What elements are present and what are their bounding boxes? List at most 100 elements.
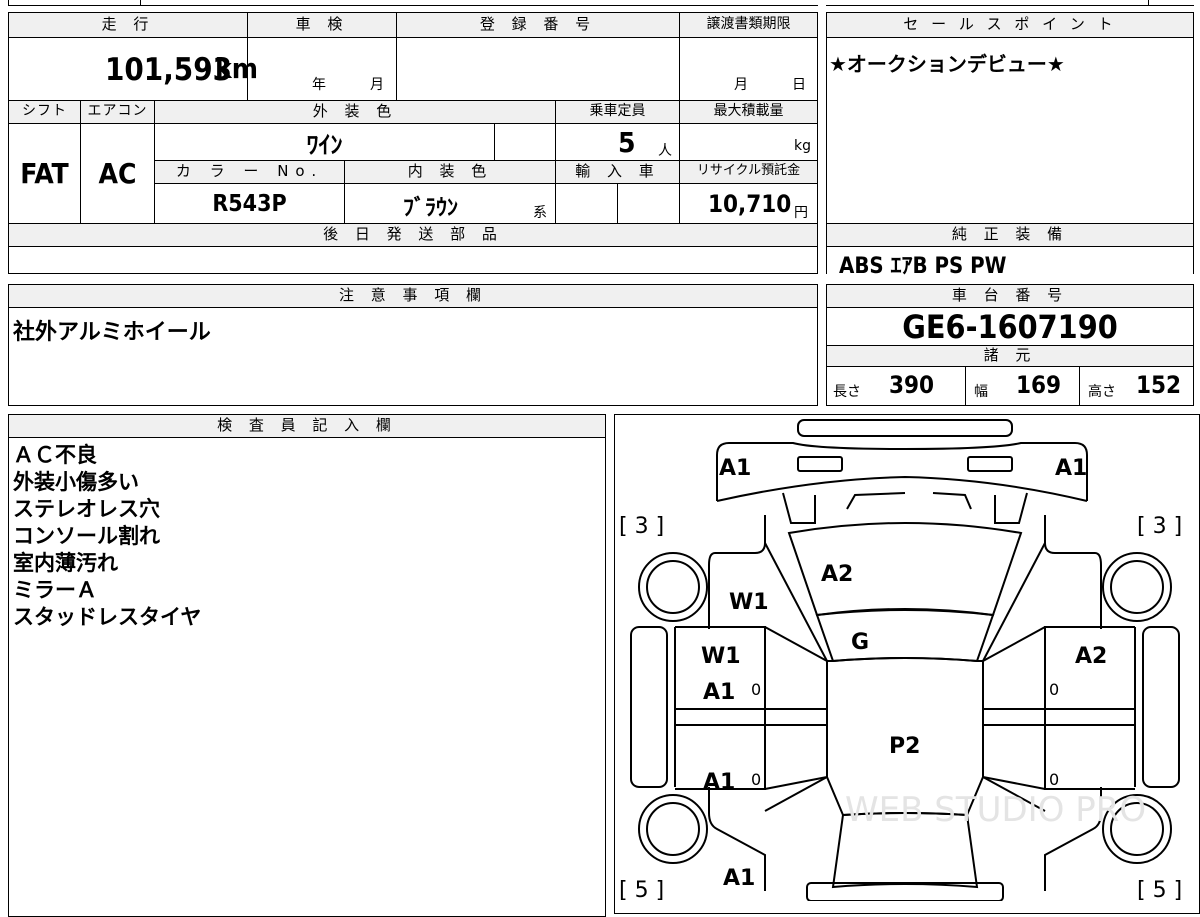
recycle-fee-unit: 円 [794,205,808,221]
import-car-header: 輸 入 車 [555,160,680,184]
aircon-value: AC [98,157,137,190]
sales-point-text: ★オークションデビュー★ [829,52,1065,76]
shift-value: FAT [20,157,69,190]
mileage-header: 走 行 [8,12,248,38]
spec-length-label: 長さ [833,384,861,400]
notes-panel: 注 意 事 項 欄 社外アルミホイール [8,284,818,406]
specs-header: 諸 元 [826,345,1194,367]
damage-mark: A1 [1055,456,1087,481]
inspector-line: スタッドレスタイヤ [13,605,202,629]
spec-width-cell: 幅 169 [965,366,1080,406]
capacity-header: 乗車定員 [555,100,680,124]
damage-mark: [ 3 ] [619,514,664,539]
capacity-value: 5 [618,126,636,159]
color-no-header: カ ラ ー No. [154,160,345,184]
max-load-header: 最大積載量 [679,100,818,124]
standard-equipment-text: ABS ｴｱB PS PW [839,254,1007,279]
transfer-day: 日 [792,77,806,93]
inspector-line: ＡＣ不良 [13,443,97,467]
exterior-color-header: 外 装 色 [154,100,556,124]
spec-height-label: 高さ [1088,384,1116,400]
inspector-line: ミラーＡ [13,578,97,602]
aircon-header: エアコン [80,100,155,124]
notes-cell: 社外アルミホイール [8,307,818,406]
shift-header: シフト [8,100,81,124]
spec-height-value: 152 [1136,371,1182,399]
exterior-color-cell: ﾜｲﾝ [154,123,495,161]
damage-mark: 0 [751,770,761,789]
inspector-lines: ＡＣ不良 外装小傷多い ステレオレス穴 コンソール割れ 室内薄汚れ ミラーＡ ス… [13,442,201,631]
later-parts-cell [8,246,818,274]
max-load-cell: kg [679,123,818,161]
inspector-line: 外装小傷多い [13,470,139,494]
inspection-cell: 年 月 [247,37,397,101]
sales-point-panel: セ ー ル ス ポ イ ン ト ★オークションデビュー★ 純 正 装 備 ABS… [826,12,1194,279]
spec-length-value: 390 [889,371,935,399]
damage-mark: A1 [723,866,755,891]
later-parts-header: 後 日 発 送 部 品 [8,223,818,247]
import-car-cell-1 [555,183,618,224]
recycle-fee-cell: 10,710 円 [679,183,818,224]
damage-diagram-panel: A1 A1 [ 3 ] [ 3 ] A2 W1 G W1 A2 A1 0 0 P… [614,414,1200,914]
notes-text: 社外アルミホイール [13,320,211,345]
interior-color-header: 内 装 色 [344,160,556,184]
interior-color-cell: ﾌﾞﾗｳﾝ 系 [344,183,556,224]
mileage-value: 101,593 [105,52,233,88]
inspector-cell: ＡＣ不良 外装小傷多い ステレオレス穴 コンソール割れ 室内薄汚れ ミラーＡ ス… [8,437,606,917]
damage-mark: 0 [1049,770,1059,789]
watermark: WEB STUDIO PRO [845,790,1146,830]
standard-equipment-cell: ABS ｴｱB PS PW [826,246,1194,279]
capacity-cell: 5 人 [555,123,680,161]
inspector-header: 検 査 員 記 入 欄 [8,414,606,438]
car-diagram: A1 A1 [ 3 ] [ 3 ] A2 W1 G W1 A2 A1 0 0 P… [619,419,1182,901]
inspection-year: 年 [312,77,326,93]
chassis-panel: 車 台 番 号 GE6-1607190 諸 元 長さ 390 幅 169 高さ … [826,284,1194,406]
damage-mark: A1 [719,456,751,481]
damage-mark: [ 5 ] [619,878,664,901]
damage-mark: A1 [703,770,735,795]
color-no-cell: R543P [154,183,345,224]
chassis-number-cell: GE6-1607190 [826,307,1194,346]
recycle-fee-value: 10,710 [708,190,792,218]
inspector-panel: 検 査 員 記 入 欄 ＡＣ不良 外装小傷多い ステレオレス穴 コンソール割れ … [8,414,606,917]
inspection-header: 車 検 [247,12,397,38]
vehicle-spec-table: 走 行 車 検 登 録 番 号 譲渡書類期限 101,593 km 年 月 月 … [8,12,818,274]
spec-width-label: 幅 [974,384,988,400]
spec-height-cell: 高さ 152 [1079,366,1194,406]
damage-mark: A2 [1075,644,1107,669]
chassis-number-header: 車 台 番 号 [826,284,1194,308]
damage-mark: 0 [1049,680,1059,699]
interior-color-value: ﾌﾞﾗｳﾝ [403,196,459,221]
sales-point-cell: ★オークションデビュー★ [826,37,1194,224]
inspector-line: コンソール割れ [13,524,160,548]
inspector-line: 室内薄汚れ [13,551,118,575]
top-clipped-strip [0,0,1200,6]
spec-length-cell: 長さ 390 [826,366,966,406]
import-car-cell-2 [617,183,680,224]
exterior-color-value: ﾜｲﾝ [306,130,343,159]
transfer-deadline-cell: 月 日 [679,37,818,101]
inspection-month: 月 [370,77,384,93]
spec-width-value: 169 [1016,371,1062,399]
damage-mark: [ 5 ] [1137,878,1182,901]
damage-mark: W1 [729,590,769,615]
sales-point-header: セ ー ル ス ポ イ ン ト [826,12,1194,38]
damage-mark: P2 [889,734,920,759]
aircon-cell: AC [80,123,155,224]
damage-mark: W1 [701,644,741,669]
max-load-unit: kg [794,138,811,154]
damage-mark: A2 [821,562,853,587]
damage-mark: 0 [751,680,761,699]
inspector-line: ステレオレス穴 [13,497,160,521]
registration-cell [396,37,680,101]
damage-mark: G [851,630,869,655]
damage-mark: [ 3 ] [1137,514,1182,539]
capacity-unit: 人 [658,143,672,159]
mileage-cell: 101,593 km [8,37,258,101]
recycle-fee-header: リサイクル預託金 [679,160,818,184]
notes-header: 注 意 事 項 欄 [8,284,818,308]
transfer-month: 月 [734,77,748,93]
standard-equipment-header: 純 正 装 備 [826,223,1194,247]
shift-cell: FAT [8,123,81,224]
transfer-deadline-header: 譲渡書類期限 [679,12,818,38]
